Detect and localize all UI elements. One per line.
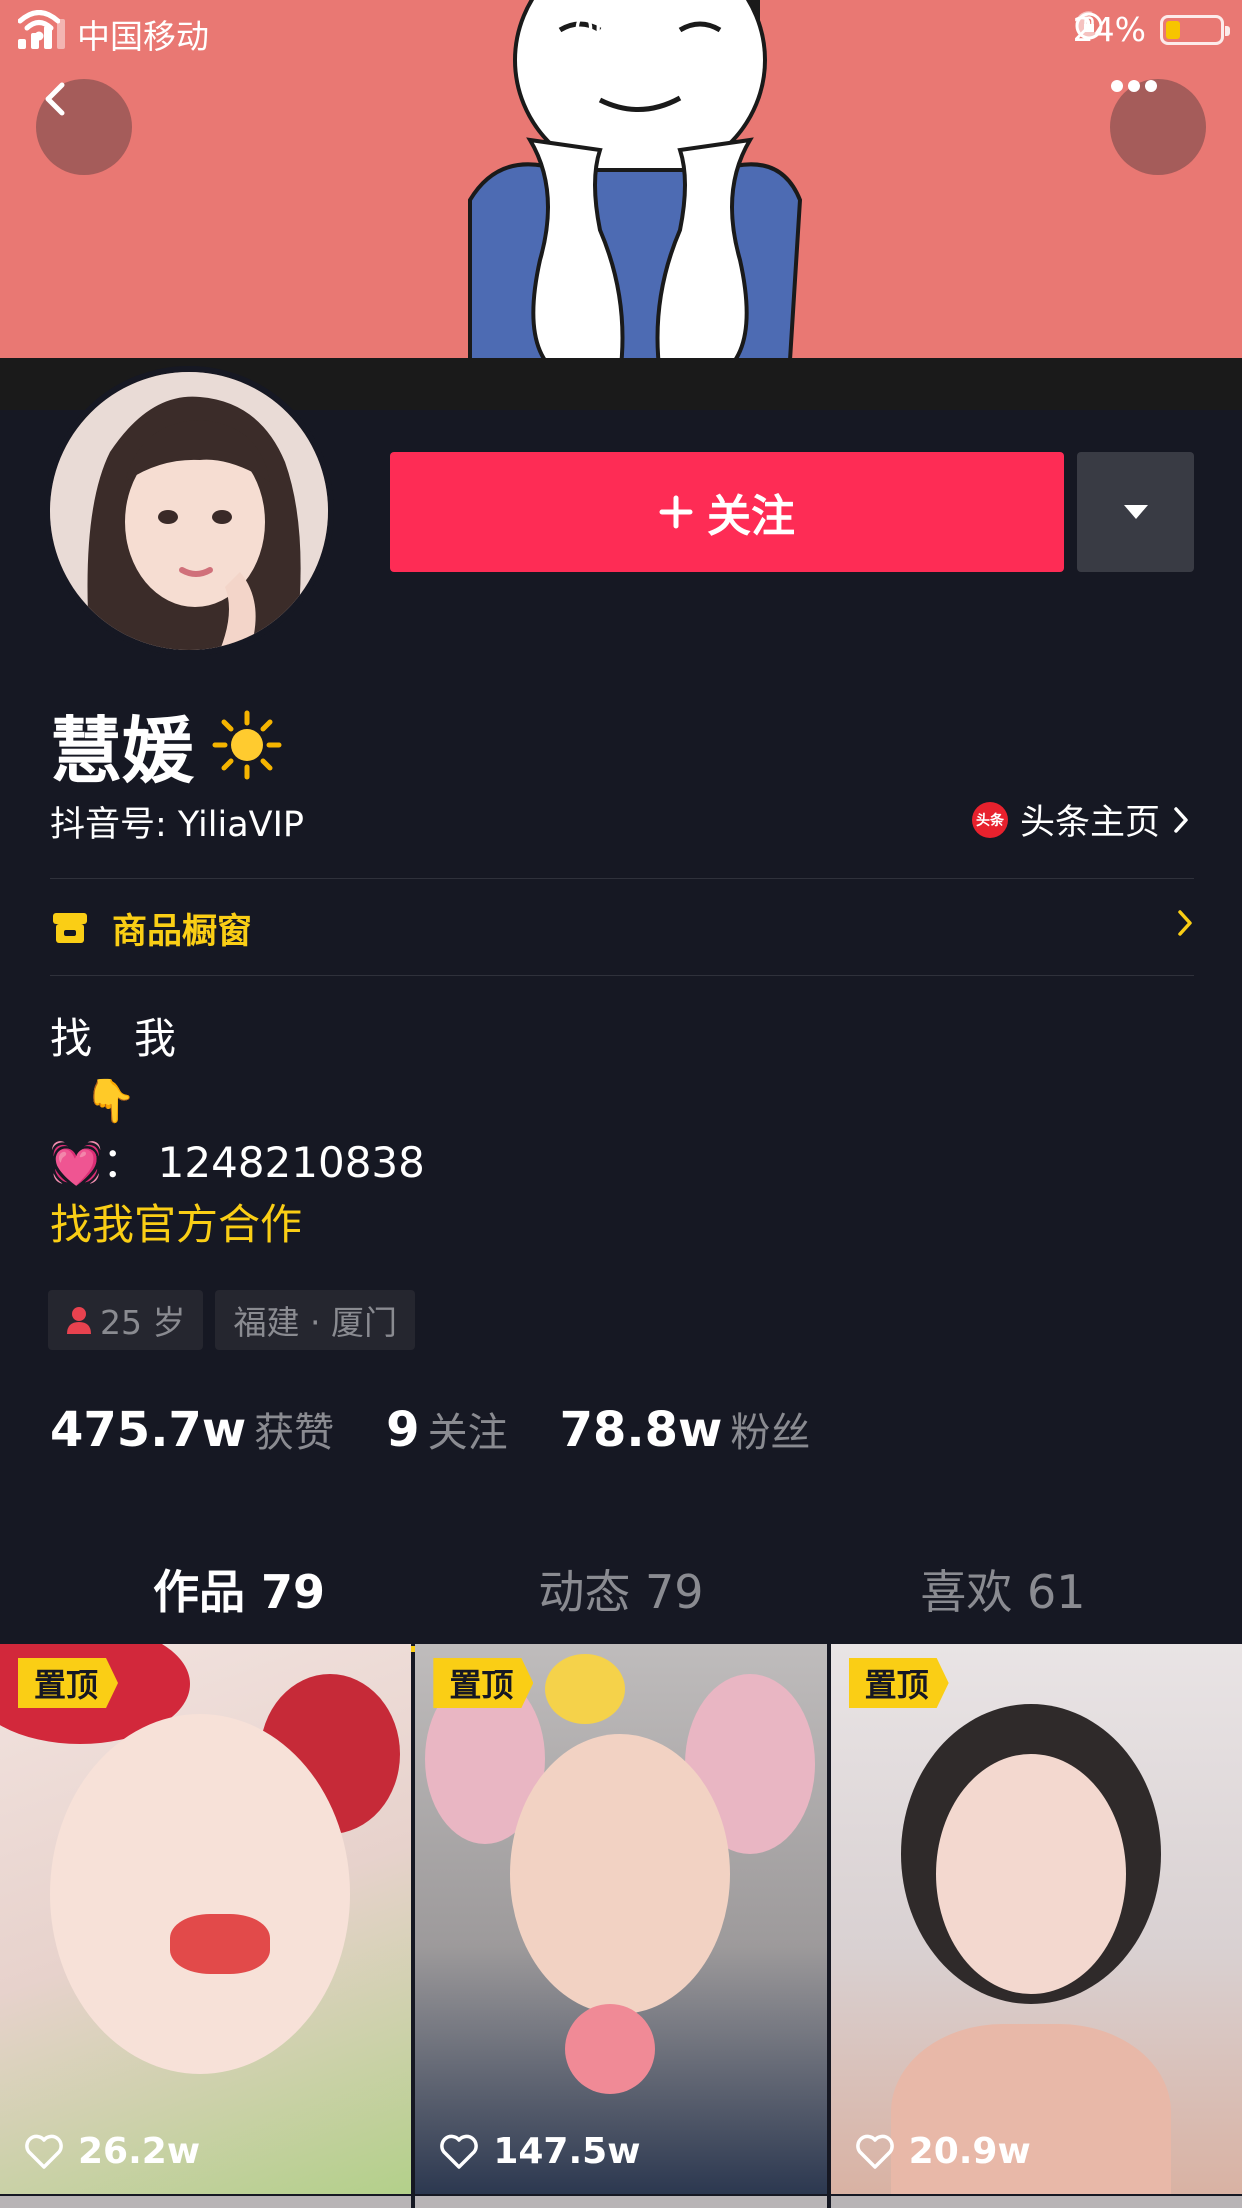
video-grid: 置顶 26.2w 置顶 147.5w 置顶 20.9w bbox=[0, 1644, 1242, 2208]
video-thumbnail[interactable] bbox=[0, 2196, 412, 2208]
likes-label: 获赞 bbox=[254, 1410, 335, 1456]
pinned-badge: 置顶 bbox=[18, 1658, 119, 1708]
chevron-right-icon bbox=[1178, 910, 1192, 936]
banner-illustration bbox=[0, 0, 1242, 410]
thumbnail-decoration bbox=[545, 1654, 626, 1724]
heart-icon bbox=[440, 2134, 479, 2169]
video-likes-count: 26.2w bbox=[78, 2131, 201, 2172]
following-count: 9 bbox=[386, 1402, 420, 1458]
back-button[interactable] bbox=[36, 79, 132, 175]
age-label: 25 岁 bbox=[100, 1303, 186, 1342]
bio-line: 💓： 1248210838 bbox=[50, 1132, 425, 1194]
bio-line: 👇 bbox=[84, 1076, 137, 1125]
video-thumbnail[interactable] bbox=[830, 2196, 1242, 2208]
avatar[interactable] bbox=[44, 366, 334, 656]
location-tag: 福建 · 厦门 bbox=[215, 1290, 415, 1350]
thumbnail-face bbox=[510, 1734, 731, 2014]
profile-stats: 475.7w 获赞 9 关注 78.8w 粉丝 bbox=[50, 1400, 810, 1458]
douyin-id: 抖音号: YiliaVIP bbox=[50, 805, 305, 845]
following-stat[interactable]: 9 关注 bbox=[386, 1400, 507, 1458]
thumbnail-sponge bbox=[565, 2004, 656, 2094]
video-thumbnail[interactable]: 置顶 20.9w bbox=[830, 1644, 1242, 2194]
sun-icon bbox=[212, 710, 282, 779]
follow-button[interactable]: 关注 bbox=[390, 452, 1064, 572]
location-label: 福建 · 厦门 bbox=[233, 1303, 397, 1342]
likes-stat: 475.7w 获赞 bbox=[50, 1400, 334, 1458]
divider bbox=[50, 878, 1194, 879]
content-tabs: 作品 79 动态 79 喜欢 61 bbox=[48, 1548, 1194, 1652]
back-icon bbox=[45, 82, 65, 116]
divider bbox=[50, 975, 1194, 976]
heart-emoji: 💓 bbox=[50, 1138, 103, 1187]
toutiao-homepage-link[interactable]: 头条 头条主页 bbox=[971, 794, 1190, 845]
age-tag: 25 岁 bbox=[48, 1290, 204, 1350]
video-likes: 147.5w bbox=[439, 2131, 640, 2172]
recommend-dropdown-button[interactable] bbox=[1077, 452, 1194, 572]
tab-moments[interactable]: 动态 79 bbox=[430, 1548, 812, 1644]
thumbnail-face bbox=[50, 1714, 350, 2074]
more-options-button[interactable] bbox=[1110, 79, 1206, 175]
pinned-badge: 置顶 bbox=[433, 1658, 534, 1708]
chevron-right-icon bbox=[1174, 806, 1188, 833]
next-row-thumbnails bbox=[0, 2196, 1242, 2208]
person-icon bbox=[67, 1307, 91, 1334]
toutiao-logo-icon: 头条 bbox=[971, 801, 1008, 838]
avatar-image bbox=[50, 372, 328, 650]
more-icon bbox=[1111, 80, 1157, 92]
follow-label: 关注 bbox=[707, 491, 795, 542]
video-thumbnail[interactable]: 置顶 26.2w bbox=[0, 1644, 412, 2194]
video-likes: 20.9w bbox=[855, 2131, 1031, 2172]
fans-count: 78.8w bbox=[559, 1402, 723, 1458]
thumbnail-face bbox=[935, 1754, 1126, 1994]
tab-liked[interactable]: 喜欢 61 bbox=[812, 1548, 1194, 1644]
profile-name: 慧媛 bbox=[50, 692, 282, 797]
video-likes-count: 20.9w bbox=[908, 2131, 1031, 2172]
likes-count: 475.7w bbox=[50, 1402, 247, 1458]
video-likes-count: 147.5w bbox=[493, 2131, 641, 2172]
pinned-badge: 置顶 bbox=[848, 1658, 949, 1708]
tab-works[interactable]: 作品 79 bbox=[48, 1548, 430, 1652]
bio-contact: ： 1248210838 bbox=[102, 1138, 425, 1187]
heart-icon bbox=[855, 2134, 894, 2169]
video-likes: 26.2w bbox=[24, 2131, 200, 2172]
toutiao-link-label: 头条主页 bbox=[1019, 803, 1160, 843]
following-label: 关注 bbox=[427, 1410, 508, 1456]
bio-line: 找 我 bbox=[50, 1014, 177, 1063]
video-thumbnail[interactable] bbox=[415, 2196, 827, 2208]
heart-icon bbox=[25, 2134, 63, 2169]
shop-window-label: 商品橱窗 bbox=[112, 911, 253, 952]
moon-icon bbox=[1075, 11, 1099, 38]
profile-tags: 25 岁 福建 · 厦门 bbox=[48, 1290, 415, 1350]
bio: 找 我 👇 💓： 1248210838 找我官方合作 bbox=[50, 1008, 425, 1256]
bio-cooperation-link[interactable]: 找我官方合作 bbox=[50, 1194, 425, 1256]
fans-stat[interactable]: 78.8w 粉丝 bbox=[560, 1400, 811, 1458]
video-thumbnail[interactable]: 置顶 147.5w bbox=[415, 1644, 827, 2194]
nickname: 慧媛 bbox=[50, 709, 195, 793]
thumbnail-mouth bbox=[170, 1914, 270, 1974]
fans-label: 粉丝 bbox=[730, 1410, 811, 1456]
status-bar: 中国移动 00:15 24% bbox=[0, 0, 1242, 58]
shop-icon bbox=[53, 913, 87, 943]
plus-icon bbox=[659, 495, 693, 529]
battery-icon bbox=[1160, 14, 1230, 45]
shop-window-row[interactable]: 商品橱窗 bbox=[50, 900, 1194, 956]
clock: 00:15 bbox=[573, 10, 669, 49]
caret-down-icon bbox=[1123, 505, 1148, 519]
profile-banner: 中国移动 00:15 24% bbox=[0, 0, 1242, 410]
